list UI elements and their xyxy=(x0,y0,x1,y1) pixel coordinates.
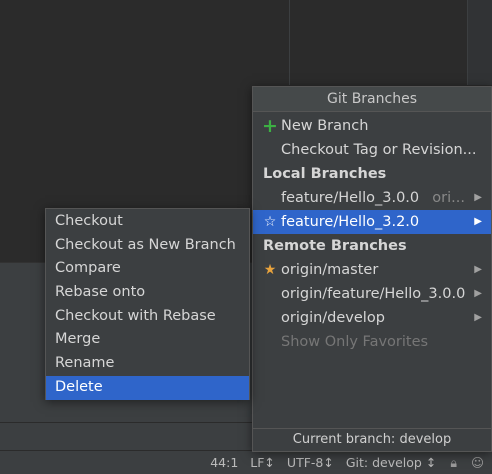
star-icon: ★ xyxy=(263,262,277,278)
item-label: feature/Hello_3.2.0 xyxy=(281,214,420,230)
hector-icon[interactable]: ☺ xyxy=(471,455,484,470)
item-label: origin/master xyxy=(281,262,379,278)
branch-item-feature-hello-3-0-0[interactable]: feature/Hello_3.0.0 ori... ▶ xyxy=(253,186,491,210)
line-separator-widget[interactable]: LF↕ xyxy=(250,455,275,470)
git-branches-popup: Git Branches + New Branch Checkout Tag or … xyxy=(252,86,492,452)
item-label: Show Only Favorites xyxy=(281,334,429,350)
plus-icon: + xyxy=(262,115,278,137)
submenu-item-merge[interactable]: Merge xyxy=(46,328,249,352)
right-tool-strip xyxy=(467,0,492,85)
item-label: origin/feature/Hello_3.0.0 xyxy=(281,286,466,302)
item-label: origin/develop xyxy=(281,310,385,326)
item-label: Remote Branches xyxy=(263,238,407,254)
submenu-item-delete[interactable]: Delete xyxy=(46,375,249,400)
caret-position[interactable]: 44:1 xyxy=(210,455,238,470)
branch-item-origin-master[interactable]: ★ origin/master ▶ xyxy=(253,258,491,282)
submenu-arrow-icon: ▶ xyxy=(474,264,482,275)
status-bar: 44:1 LF↕ UTF-8↕ Git: develop ↕ 🔒︎ ☺ xyxy=(0,450,492,474)
menu-item-new-branch[interactable]: + New Branch xyxy=(253,114,491,138)
item-label: Checkout Tag or Revision... xyxy=(281,142,477,158)
submenu-item-rebase-onto[interactable]: Rebase onto xyxy=(46,281,249,305)
submenu-item-compare[interactable]: Compare xyxy=(46,257,249,281)
item-label: feature/Hello_3.0.0 xyxy=(281,190,420,206)
branch-item-origin-feature-hello-3-0-0[interactable]: origin/feature/Hello_3.0.0 ▶ xyxy=(253,282,491,306)
section-header-local-branches: Local Branches xyxy=(253,162,491,186)
submenu-arrow-icon: ▶ xyxy=(474,312,482,323)
branch-item-origin-develop[interactable]: origin/develop ▶ xyxy=(253,306,491,330)
tracking-hint: ori... xyxy=(432,190,465,206)
current-branch-label: Current branch: develop xyxy=(253,428,491,451)
popup-title: Git Branches xyxy=(253,87,491,112)
submenu-arrow-icon: ▶ xyxy=(474,288,482,299)
branch-list: + New Branch Checkout Tag or Revision... Lo… xyxy=(253,112,491,354)
menu-item-show-only-favorites[interactable]: Show Only Favorites xyxy=(253,330,491,354)
submenu-item-checkout-as-new-branch[interactable]: Checkout as New Branch xyxy=(46,234,249,258)
submenu-item-checkout-with-rebase[interactable]: Checkout with Rebase xyxy=(46,305,249,329)
item-label: New Branch xyxy=(281,118,369,134)
editor-splitter[interactable] xyxy=(289,0,290,85)
lock-icon[interactable]: 🔒︎ xyxy=(450,455,457,471)
menu-item-checkout-tag-or-revision[interactable]: Checkout Tag or Revision... xyxy=(253,138,491,162)
submenu-item-checkout[interactable]: Checkout xyxy=(46,210,249,234)
branch-actions-submenu: Checkout Checkout as New Branch Compare Reb… xyxy=(45,208,250,400)
section-header-remote-branches: Remote Branches xyxy=(253,234,491,258)
star-outline-icon: ☆ xyxy=(263,214,277,230)
branch-item-feature-hello-3-2-0[interactable]: ☆ feature/Hello_3.2.0 ▶ xyxy=(253,210,491,234)
submenu-arrow-icon: ▶ xyxy=(474,216,482,227)
vcs-branch-widget[interactable]: Git: develop ↕ xyxy=(346,455,436,470)
item-label: Local Branches xyxy=(263,166,387,182)
submenu-item-rename[interactable]: Rename xyxy=(46,352,249,376)
encoding-widget[interactable]: UTF-8↕ xyxy=(287,455,334,470)
submenu-arrow-icon: ▶ xyxy=(474,192,482,203)
